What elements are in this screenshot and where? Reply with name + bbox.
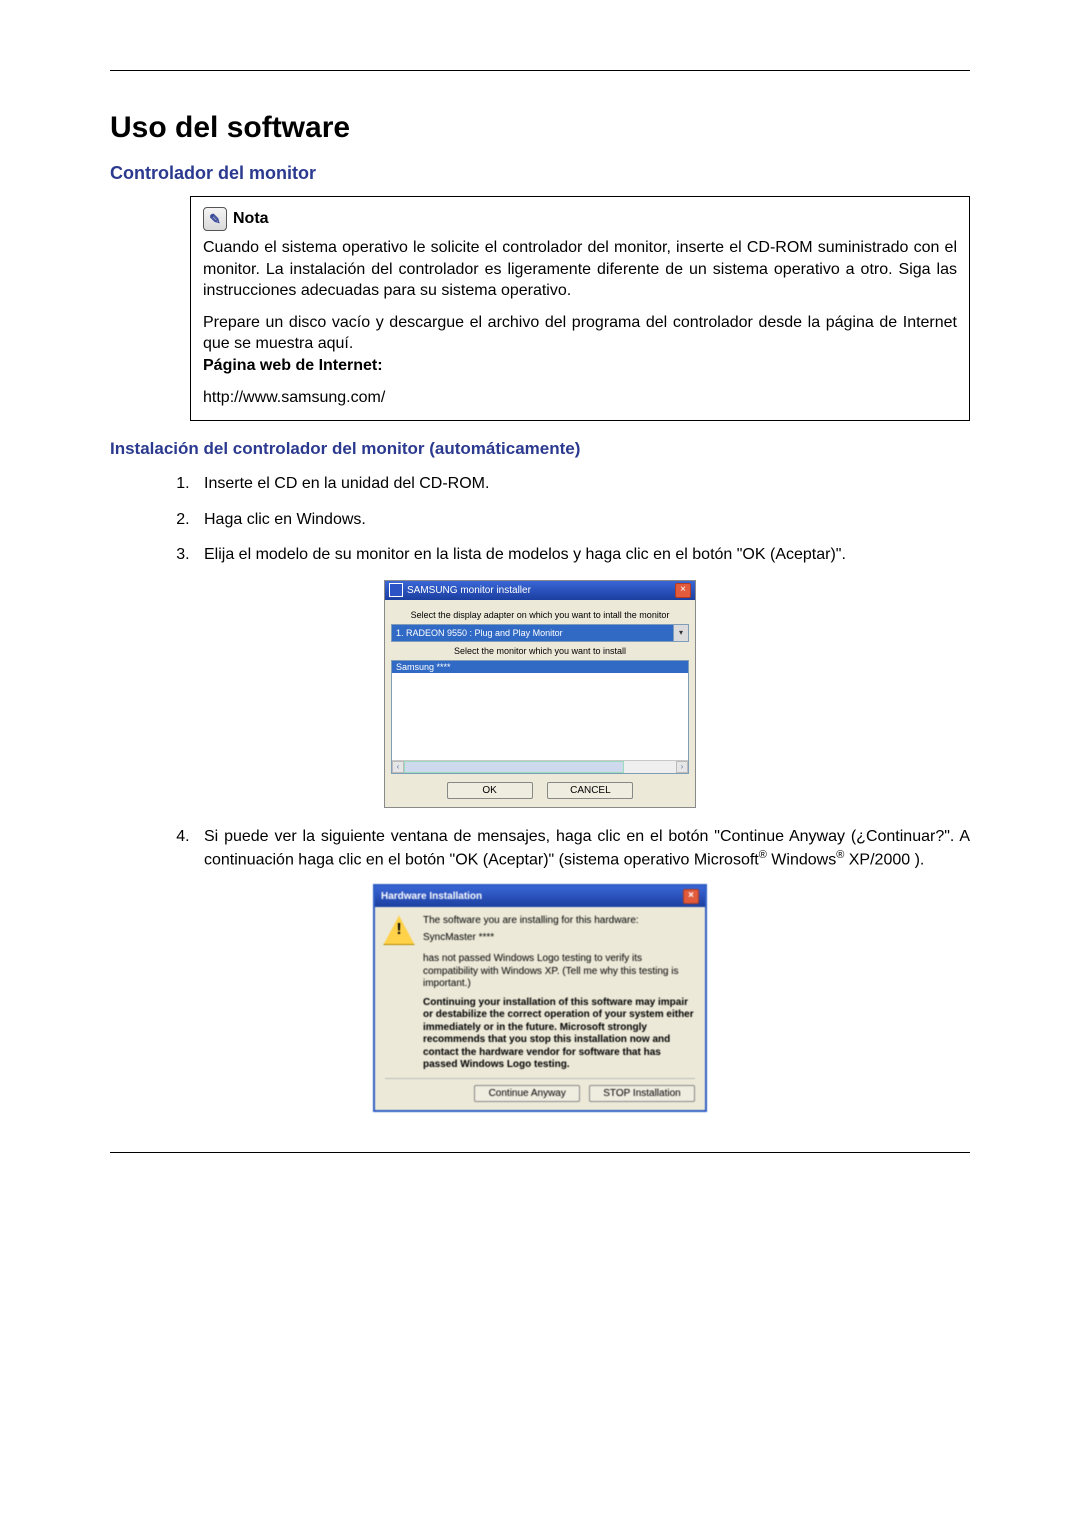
installer-dialog: SAMSUNG monitor installer × Select the d… bbox=[384, 580, 696, 808]
ok-button[interactable]: OK bbox=[447, 782, 533, 799]
note-label: Nota bbox=[233, 208, 269, 230]
close-icon[interactable]: × bbox=[683, 889, 699, 904]
cancel-button[interactable]: CANCEL bbox=[547, 782, 633, 799]
adapter-selected: 1. RADEON 9550 : Plug and Play Monitor bbox=[392, 625, 673, 641]
warn-line1: The software you are installing for this… bbox=[423, 915, 695, 926]
installer-text-1: Select the display adapter on which you … bbox=[391, 610, 689, 620]
note-paragraph-1: Cuando el sistema operativo le solicite … bbox=[203, 237, 957, 302]
top-rule bbox=[110, 70, 970, 71]
subheading: Instalación del controlador del monitor … bbox=[110, 439, 970, 459]
adapter-combobox[interactable]: 1. RADEON 9550 : Plug and Play Monitor ▾ bbox=[391, 624, 689, 642]
warning-icon: ! bbox=[383, 915, 415, 945]
note-url: http://www.samsung.com/ bbox=[203, 387, 957, 409]
steps-list: Inserte el CD en la unidad del CD-ROM. H… bbox=[170, 473, 970, 566]
stop-installation-button[interactable]: STOP Installation bbox=[589, 1085, 695, 1102]
bottom-rule bbox=[110, 1152, 970, 1153]
section-heading: Controlador del monitor bbox=[110, 163, 970, 184]
note-box: ✎ Nota Cuando el sistema operativo le so… bbox=[190, 196, 970, 421]
installer-titlebar: SAMSUNG monitor installer × bbox=[385, 581, 695, 600]
warn-para1: has not passed Windows Logo testing to v… bbox=[423, 953, 695, 991]
hardware-warning-dialog: Hardware Installation × ! The software y… bbox=[373, 884, 707, 1112]
note-icon: ✎ bbox=[203, 207, 227, 231]
close-icon[interactable]: × bbox=[675, 583, 691, 598]
chevron-down-icon[interactable]: ▾ bbox=[673, 625, 688, 641]
installer-title: SAMSUNG monitor installer bbox=[407, 585, 531, 596]
installer-text-2: Select the monitor which you want to ins… bbox=[391, 646, 689, 656]
note-paragraph-2: Prepare un disco vacío y descargue el ar… bbox=[203, 312, 957, 355]
monitor-selected[interactable]: Samsung **** bbox=[392, 661, 688, 673]
app-icon bbox=[389, 583, 403, 597]
scroll-right-icon[interactable]: › bbox=[676, 761, 688, 773]
continue-anyway-button[interactable]: Continue Anyway bbox=[474, 1085, 580, 1102]
warn-device: SyncMaster **** bbox=[423, 932, 695, 943]
step-4: Si puede ver la siguiente ventana de men… bbox=[194, 826, 970, 871]
warn-para2: Continuing your installation of this sof… bbox=[423, 997, 695, 1072]
horizontal-scrollbar[interactable]: ‹ › bbox=[392, 760, 688, 773]
scroll-thumb[interactable] bbox=[404, 761, 624, 773]
warn-titlebar: Hardware Installation × bbox=[375, 886, 705, 907]
note-weblabel: Página web de Internet: bbox=[203, 355, 957, 377]
step-1: Inserte el CD en la unidad del CD-ROM. bbox=[194, 473, 970, 495]
monitor-listbox[interactable]: Samsung **** ‹ › bbox=[391, 660, 689, 774]
scroll-left-icon[interactable]: ‹ bbox=[392, 761, 404, 773]
step-3: Elija el modelo de su monitor en la list… bbox=[194, 544, 970, 566]
page-title: Uso del software bbox=[110, 111, 970, 145]
steps-list-cont: Si puede ver la siguiente ventana de men… bbox=[170, 826, 970, 871]
registered-mark: ® bbox=[759, 849, 767, 861]
step-2: Haga clic en Windows. bbox=[194, 509, 970, 531]
warn-title: Hardware Installation bbox=[381, 891, 482, 902]
